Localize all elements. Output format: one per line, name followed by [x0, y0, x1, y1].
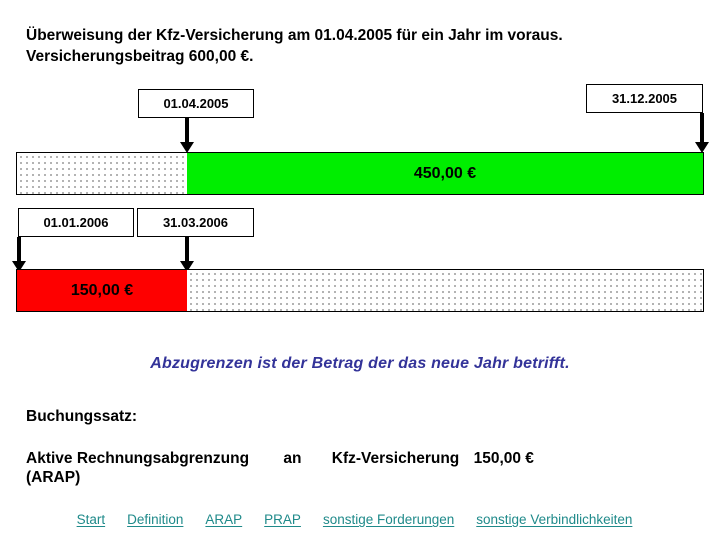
- arrow-shaft: [700, 113, 704, 143]
- footer-nav: Start Definition ARAP PRAP sonstige Ford…: [0, 512, 720, 527]
- bar-segment-inactive-2005: [17, 153, 187, 194]
- arrow-shaft: [185, 237, 189, 262]
- booking-credit-account: Kfz-Versicherung: [331, 450, 460, 467]
- booking-connector: an: [283, 450, 302, 467]
- nav-link-arap[interactable]: ARAP: [205, 512, 242, 527]
- arrow-shaft: [185, 118, 189, 143]
- page-title: Überweisung der Kfz-Versicherung am 01.0…: [26, 27, 563, 65]
- date-label-end-2005: 31.12.2005: [586, 84, 703, 113]
- nav-link-sonstige-verbindlichkeiten[interactable]: sonstige Verbindlichkeiten: [476, 512, 632, 527]
- timeline-bar-2006: 150,00 €: [16, 269, 704, 312]
- booking-debit-account-abbrev: (ARAP): [26, 469, 81, 486]
- nav-link-definition[interactable]: Definition: [127, 512, 183, 527]
- date-label-start-2006: 01.01.2006: [18, 208, 134, 237]
- callout-text: Abzugrenzen ist der Betrag der das neue …: [150, 355, 570, 372]
- booking-entry-heading: Buchungssatz:: [26, 408, 138, 425]
- booking-entry-row: Aktive Rechnungsabgrenzung an Kfz-Versic…: [26, 450, 696, 468]
- booking-amount: 150,00 €: [473, 450, 534, 467]
- down-arrow-end-2006: [178, 237, 196, 273]
- date-label-start-2005: 01.04.2005: [138, 89, 254, 118]
- bar-segment-value-2005: 450,00 €: [187, 153, 703, 194]
- nav-link-sonstige-forderungen[interactable]: sonstige Forderungen: [323, 512, 454, 527]
- date-label-end-2006: 31.03.2006: [137, 208, 254, 237]
- nav-link-prap[interactable]: PRAP: [264, 512, 301, 527]
- down-arrow-start-2005: [178, 118, 196, 154]
- timeline-bar-2005: 450,00 €: [16, 152, 704, 195]
- bar-segment-value-2006: 150,00 €: [17, 270, 187, 311]
- booking-debit-account: Aktive Rechnungsabgrenzung: [26, 450, 250, 467]
- bar-segment-inactive-2006: [187, 270, 703, 311]
- down-arrow-start-2006: [10, 237, 28, 273]
- arrow-shaft: [17, 237, 21, 262]
- slide-canvas: Überweisung der Kfz-Versicherung am 01.0…: [0, 0, 720, 540]
- down-arrow-end-2005: [693, 113, 711, 154]
- nav-link-start[interactable]: Start: [77, 512, 106, 527]
